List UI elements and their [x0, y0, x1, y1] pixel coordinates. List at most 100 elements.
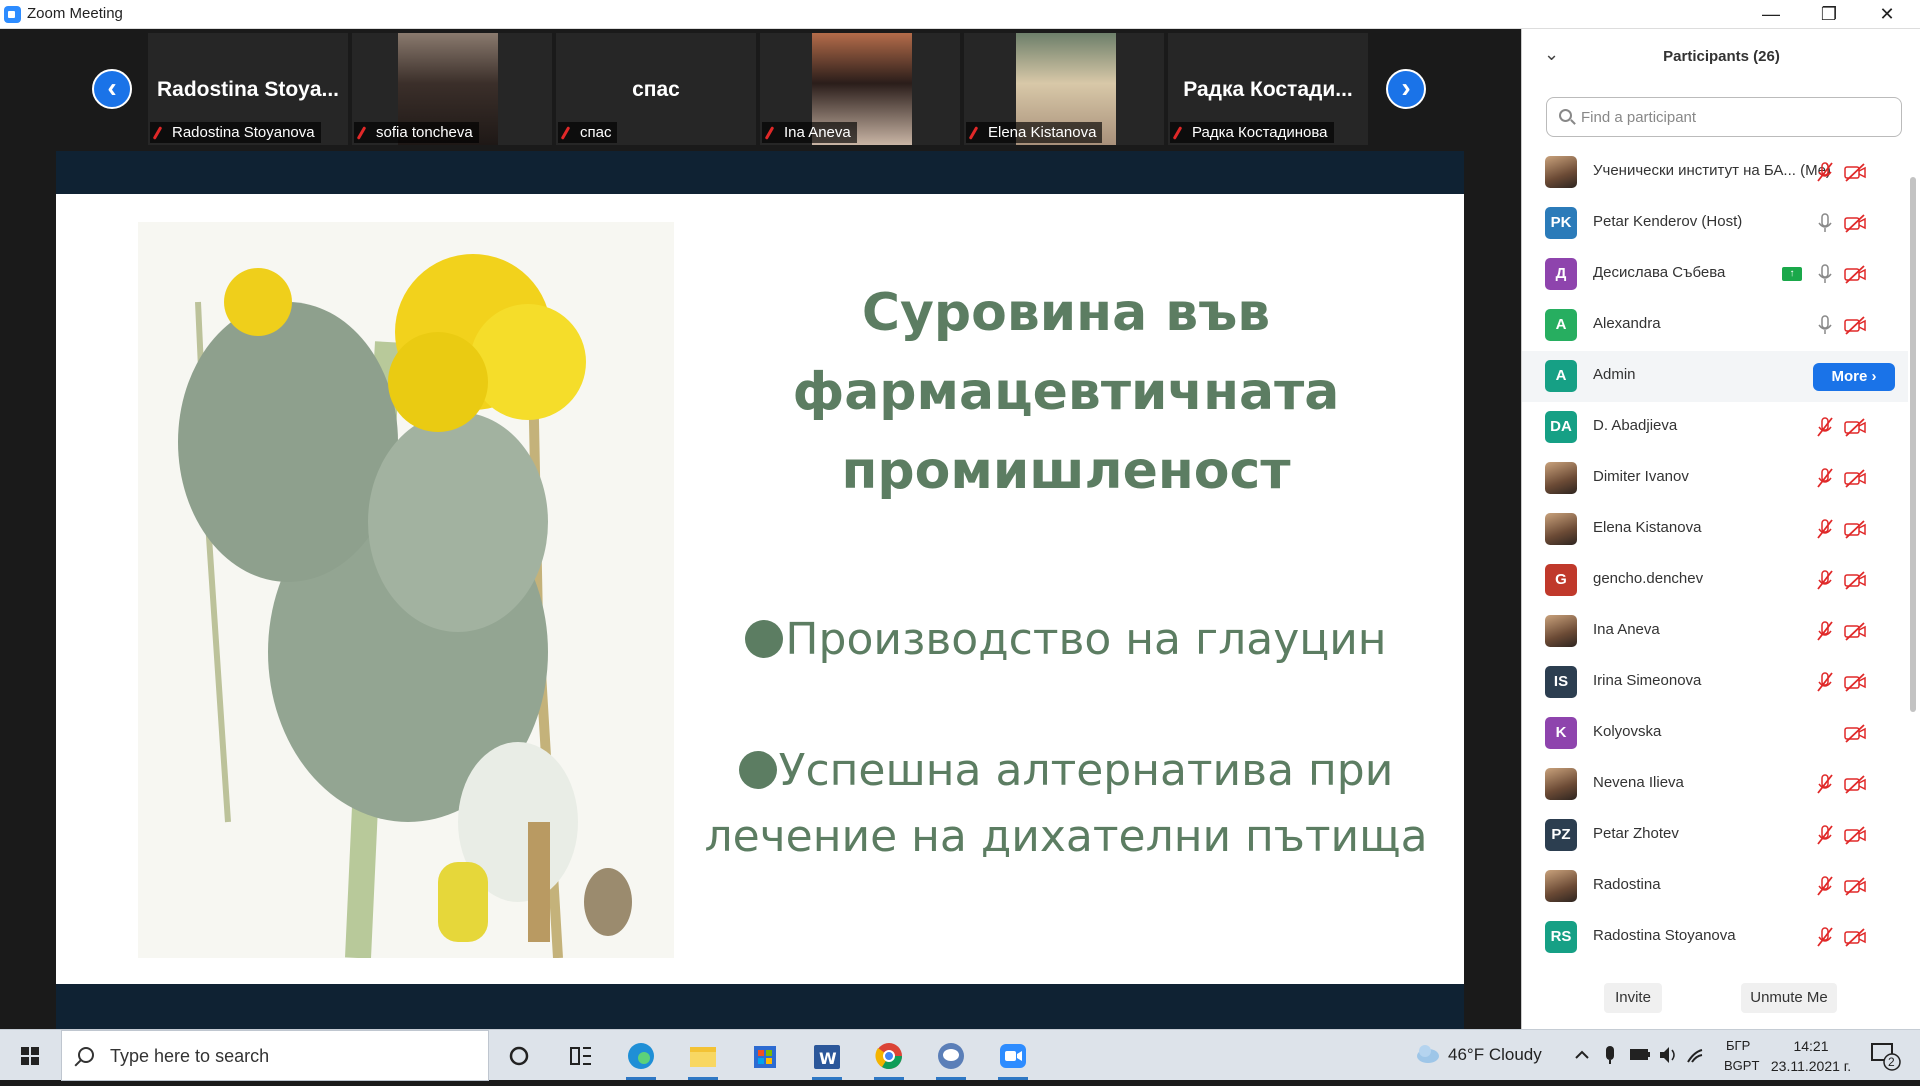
task-view-icon[interactable]: [561, 1038, 599, 1074]
participant-row[interactable]: RS Radostina Stoyanova: [1522, 912, 1908, 957]
participant-name: Ina Aneva: [1593, 621, 1660, 638]
invite-button[interactable]: Invite: [1604, 983, 1662, 1013]
start-button[interactable]: [0, 1030, 60, 1081]
windows-logo-icon: [21, 1047, 39, 1065]
slide-bullet-continuation: лечение на дихателни пътища: [704, 811, 1428, 862]
participant-scrollbar[interactable]: [1908, 147, 1917, 957]
participant-row[interactable]: Dimiter Ivanov: [1522, 453, 1908, 504]
avatar: [1545, 768, 1577, 800]
zoom-icon[interactable]: [994, 1038, 1032, 1080]
participant-row[interactable]: Elena Kistanova: [1522, 504, 1908, 555]
participant-row[interactable]: Ученически институт на БА... (Me): [1522, 147, 1908, 198]
participant-row[interactable]: A Alexandra: [1522, 300, 1908, 351]
edge-icon[interactable]: [622, 1038, 660, 1080]
avatar: [1545, 156, 1577, 188]
notification-center-button[interactable]: 2: [1864, 1030, 1914, 1081]
slide-title-line: фармацевтичната: [792, 362, 1340, 422]
participant-row[interactable]: Nevena Ilieva: [1522, 759, 1908, 810]
share-border-bottom: [56, 984, 1464, 1029]
participant-row[interactable]: Д Десислава Събева ↑: [1522, 249, 1908, 300]
participant-row[interactable]: Ggencho.denchev: [1522, 555, 1908, 606]
bullet-text: Производство на глауцин: [785, 614, 1387, 665]
participant-name: Irina Simeonova: [1593, 672, 1702, 689]
store-icon[interactable]: [746, 1038, 784, 1074]
participant-list[interactable]: Ученически институт на БА... (Me) PK Petar…: [1522, 147, 1908, 957]
video-tile[interactable]: Radostina Stoya... Radostina Stoyanova: [148, 33, 348, 145]
avatar: K: [1545, 717, 1577, 749]
participant-row[interactable]: A Admin More ›: [1522, 351, 1908, 402]
participant-row[interactable]: DA D. Abadjieva: [1522, 402, 1908, 453]
more-button[interactable]: More ›: [1813, 363, 1895, 391]
video-off-icon: [1844, 416, 1866, 438]
video-tile[interactable]: Ina Aneva: [760, 33, 960, 145]
tile-name-label: Ina Aneva: [762, 122, 857, 143]
video-off-icon: [1844, 671, 1866, 693]
tray-icons: [1575, 1046, 1703, 1064]
slide-bullet: Производство на глауцин: [696, 607, 1436, 673]
video-tile[interactable]: Elena Kistanova: [964, 33, 1164, 145]
participants-panel: ⌄ Participants (26) Find a participant У…: [1521, 29, 1920, 1029]
mic-muted-icon: [1814, 161, 1836, 183]
chrome-icon[interactable]: [870, 1038, 908, 1080]
video-off-icon: [1844, 569, 1866, 591]
taskbar-search-box[interactable]: Type here to search: [61, 1030, 489, 1081]
meeting-area: ‹ Radostina Stoya... Radostina Stoyanova…: [0, 29, 1521, 1029]
video-tile[interactable]: спас спас: [556, 33, 756, 145]
participant-row[interactable]: Ina Aneva: [1522, 606, 1908, 657]
window-title: Zoom Meeting: [27, 5, 123, 22]
minimize-button[interactable]: —: [1742, 0, 1800, 29]
video-off-icon: [1844, 263, 1866, 285]
tile-name-label: Elena Kistanova: [966, 122, 1103, 143]
participant-row[interactable]: K Kolyovska: [1522, 708, 1908, 759]
video-tile[interactable]: Радка Костади... Радка Костадинова: [1168, 33, 1368, 145]
participant-row[interactable]: Radostina: [1522, 861, 1908, 912]
mic-muted-icon: [1814, 671, 1836, 693]
scrollbar-thumb[interactable]: [1910, 177, 1916, 712]
avatar: A: [1545, 309, 1577, 341]
video-off-icon: [1844, 314, 1866, 336]
taskbar-search-placeholder: Type here to search: [110, 1046, 270, 1066]
bullet-text: Успешна алтернатива при: [778, 745, 1394, 796]
participant-name: Dimiter Ivanov: [1593, 468, 1689, 485]
system-tray-icons[interactable]: [1572, 1030, 1712, 1081]
teams-chat-icon[interactable]: [932, 1038, 970, 1080]
video-tile[interactable]: sofia toncheva: [352, 33, 552, 145]
weather-widget[interactable]: 46°F Cloudy: [1414, 1030, 1554, 1081]
participant-name: Radostina Stoyanova: [1593, 927, 1736, 944]
input-language-indicator[interactable]: БГР BGPT: [1722, 1030, 1762, 1081]
participant-name: D. Abadjieva: [1593, 417, 1678, 434]
avatar: PZ: [1545, 819, 1577, 851]
participant-row[interactable]: PK Petar Kenderov (Host): [1522, 198, 1908, 249]
participant-name: gencho.denchev: [1593, 570, 1704, 587]
word-icon[interactable]: W: [808, 1038, 846, 1080]
gallery-prev-button[interactable]: ‹: [92, 69, 132, 109]
svg-text:W: W: [819, 1049, 837, 1068]
cortana-icon[interactable]: [500, 1038, 538, 1074]
participant-row[interactable]: IS Irina Simeonova: [1522, 657, 1908, 708]
clock[interactable]: 14:21 23.11.2021 г.: [1766, 1030, 1856, 1081]
maximize-button[interactable]: ❐: [1800, 0, 1858, 29]
unmute-me-button[interactable]: Unmute Me: [1741, 983, 1837, 1013]
plant-drawing: [138, 222, 674, 959]
participant-search-input[interactable]: Find a participant: [1546, 97, 1902, 137]
participant-row[interactable]: PZ Petar Zhotev: [1522, 810, 1908, 861]
gallery-next-button[interactable]: ›: [1386, 69, 1426, 109]
weather-text: 46°F Cloudy: [1448, 1045, 1542, 1064]
video-off-icon: [1844, 875, 1866, 897]
participants-header: ⌄ Participants (26): [1522, 29, 1920, 89]
tile-display-name: Radostina Stoya...: [156, 78, 340, 101]
language-top: БГР: [1726, 1038, 1751, 1053]
windows-taskbar: Type here to search W 46°F Cloudy БГР BG…: [0, 1029, 1920, 1081]
file-explorer-icon[interactable]: [684, 1038, 722, 1080]
tile-display-name: Радка Костади...: [1183, 78, 1353, 101]
participant-name: Elena Kistanova: [1593, 519, 1702, 536]
avatar: G: [1545, 564, 1577, 596]
screen-share-icon: ↑: [1782, 267, 1802, 281]
mic-muted-icon: [1814, 875, 1836, 897]
mic-icon: [1814, 314, 1836, 336]
close-button[interactable]: ✕: [1858, 0, 1916, 29]
avatar: PK: [1545, 207, 1577, 239]
mic-muted-icon: [1814, 518, 1836, 540]
tile-display-name: спас: [632, 78, 680, 101]
video-off-icon: [1844, 620, 1866, 642]
